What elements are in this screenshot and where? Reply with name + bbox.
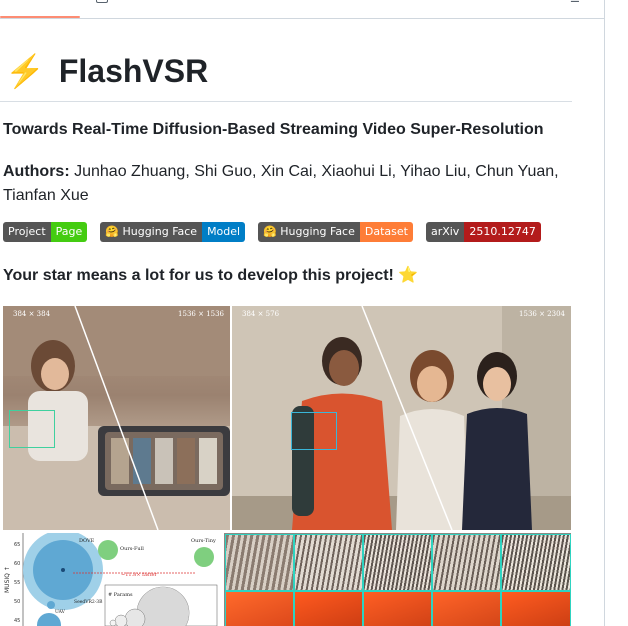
crop-tile [225, 534, 294, 591]
hr-resolution-label: 1536 × 1536 [178, 310, 224, 318]
ours-full-label: Ours-Full [120, 546, 144, 552]
hf-model-badge[interactable]: 🤗 Hugging Face Model [100, 222, 246, 242]
authors-line: Authors: Junhao Zhuang, Shi Guo, Xin Cai… [3, 160, 573, 208]
content-border [604, 0, 605, 626]
crop-tile [501, 591, 571, 626]
title-divider [0, 101, 572, 102]
lr-resolution-label: 384 × 576 [242, 310, 280, 318]
comparison-image-suitcase: 384 × 384 1536 × 1536 [3, 306, 230, 530]
arxiv-badge[interactable]: arXiv 2510.12747 [425, 222, 541, 242]
paper-title: Towards Real-Time Diffusion-Based Stream… [3, 121, 544, 138]
friends-scene [232, 306, 571, 530]
lr-resolution-label: 384 × 384 [13, 310, 51, 318]
ytick: 55 [14, 580, 20, 586]
crop-tile [501, 534, 571, 591]
crop-tile [294, 591, 363, 626]
zoom-box [9, 410, 55, 448]
crop-tile [363, 591, 432, 626]
page-title: ⚡ FlashVSR [5, 53, 209, 89]
bubble-chart-svg: MUSIQ ↑ 65 60 55 50 45 ~11.8× faster DOV… [4, 533, 218, 626]
active-tab-indicator[interactable] [0, 16, 80, 18]
crop-tile [294, 534, 363, 591]
lightning-bolt-icon: ⚡ [5, 53, 45, 89]
params-legend-label: # Params [108, 592, 133, 598]
table-of-contents-icon[interactable]: ☰ [570, 0, 586, 5]
speedup-label: ~11.8× faster [121, 572, 157, 578]
star-request: Your star means a lot for us to develop … [3, 267, 419, 284]
readme-tab-icon[interactable] [96, 0, 108, 3]
speed-quality-chart: MUSIQ ↑ 65 60 55 50 45 ~11.8× faster DOV… [3, 533, 222, 626]
crop-tile [432, 534, 501, 591]
ytick: 65 [14, 542, 20, 548]
chart-ylabel: MUSIQ ↑ [4, 566, 11, 593]
zoom-box [291, 412, 337, 450]
project-page-badge[interactable]: Project Page [3, 222, 88, 242]
ytick: 45 [14, 618, 20, 624]
teaser-figure: 384 × 384 1536 × 1536 384 × 576 1536 × 2… [3, 306, 571, 626]
detail-crops [224, 533, 571, 626]
top-tab-bar: ☰ [0, 0, 604, 19]
seedvr-label: SeedVR2-3B [74, 599, 103, 605]
ours-tiny-label: Ours-Tiny [191, 538, 216, 544]
ours-tiny-bubble [194, 547, 214, 567]
hr-resolution-label: 1536 × 2304 [519, 310, 565, 318]
crop-tile [225, 591, 294, 626]
hf-dataset-badge[interactable]: 🤗 Hugging Face Dataset [258, 222, 413, 242]
ytick: 60 [14, 561, 20, 567]
crop-tile [363, 534, 432, 591]
uav-label: UAV [55, 609, 66, 615]
badge-row: Project Page 🤗 Hugging Face Model 🤗 Hugg… [3, 222, 541, 242]
authors-names: Junhao Zhuang, Shi Guo, Xin Cai, Xiaohui… [3, 163, 559, 204]
crop-tile [432, 591, 501, 626]
dove-label: DOVE [79, 538, 95, 544]
authors-label: Authors: [3, 163, 70, 180]
comparison-image-friends: 384 × 576 1536 × 2304 [232, 306, 571, 530]
ours-full-bubble [98, 540, 118, 560]
ytick: 50 [14, 599, 20, 605]
star-icon: ⭐ [398, 267, 419, 284]
